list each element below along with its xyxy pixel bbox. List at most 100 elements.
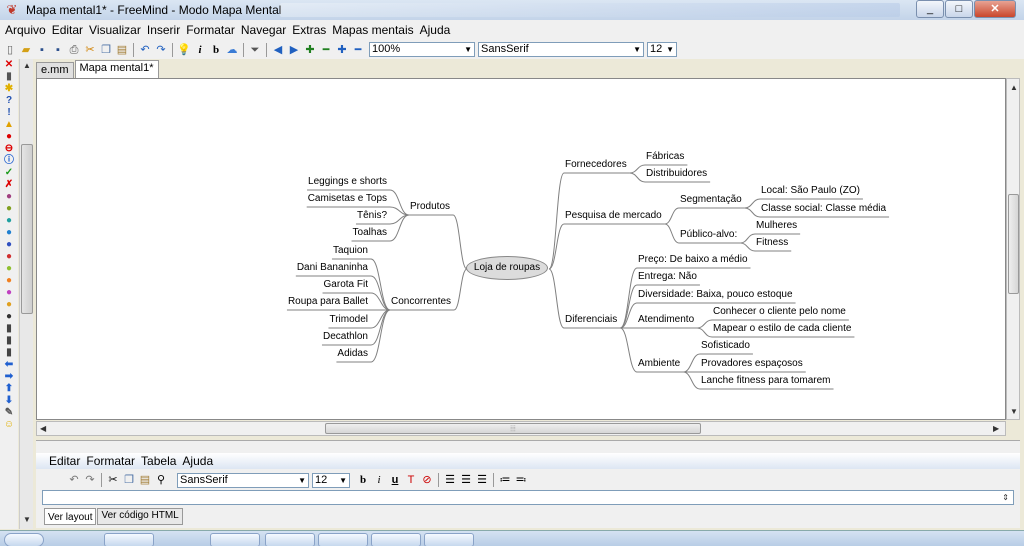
undo-icon[interactable]: ↶ <box>67 473 81 487</box>
tab-ver-layout[interactable]: Ver layout <box>44 508 97 525</box>
node-mulheres[interactable]: Mulheres <box>756 220 797 232</box>
collapse-all-icon[interactable]: ━ <box>351 43 365 57</box>
node-garota[interactable]: Garota Fit <box>291 279 368 291</box>
taskbar-item[interactable] <box>104 533 154 546</box>
traffic-red-icon[interactable]: ▮ <box>2 323 16 335</box>
taskbar-item[interactable] <box>210 533 260 546</box>
bold-icon[interactable]: b <box>209 43 223 57</box>
traffic-green-icon[interactable]: ▮ <box>2 347 16 359</box>
tab-ver-codigo-html[interactable]: Ver código HTML <box>97 508 183 525</box>
node-diversidade[interactable]: Diversidade: Baixa, pouco estoque <box>638 289 793 301</box>
node-decathlon[interactable]: Decathlon <box>291 331 368 343</box>
editor-menu-editar[interactable]: Editar <box>46 454 83 468</box>
trash-icon[interactable]: ▮ <box>2 71 16 83</box>
note-text-field[interactable]: ⇕ <box>42 490 1014 505</box>
clear-format-icon[interactable]: ⊘ <box>420 473 434 487</box>
align-right-icon[interactable]: ☰ <box>475 473 489 487</box>
menu-mapas-mentais[interactable]: Mapas mentais <box>329 23 416 37</box>
question-icon[interactable]: ? <box>2 95 16 107</box>
node-produtos[interactable]: Produtos <box>410 201 450 213</box>
cut-icon[interactable]: ✂ <box>106 473 120 487</box>
save-icon[interactable]: ▪ <box>35 43 49 57</box>
align-left-icon[interactable]: ☰ <box>443 473 457 487</box>
zoom-select[interactable]: 100% ▼ <box>369 42 475 57</box>
node-preco[interactable]: Preço: De baixo a médio <box>638 254 748 266</box>
arrow-right-icon[interactable]: ➡ <box>2 371 16 383</box>
taskbar-item[interactable] <box>318 533 368 546</box>
scroll-down-icon[interactable]: ▼ <box>1010 407 1018 416</box>
open-icon[interactable]: ▰ <box>19 43 33 57</box>
italic-icon[interactable]: i <box>193 43 207 57</box>
text-color-icon[interactable]: T <box>404 473 418 487</box>
node-tenis[interactable]: Tênis? <box>305 210 387 222</box>
node-leggings[interactable]: Leggings e shorts <box>305 176 387 188</box>
node-distribuidores[interactable]: Distribuidores <box>646 168 707 180</box>
idea-icon[interactable]: 💡 <box>177 43 191 57</box>
root-node[interactable]: Loja de roupas <box>466 256 548 280</box>
node-mapear[interactable]: Mapear o estilo de cada cliente <box>713 323 851 335</box>
node-segmentacao[interactable]: Segmentação <box>680 194 742 206</box>
align-center-icon[interactable]: ☰ <box>459 473 473 487</box>
font-size-select[interactable]: 12 ▼ <box>647 42 677 57</box>
priority-1-icon[interactable]: ● <box>2 203 16 215</box>
tab-mapa-mental1[interactable]: Mapa mental1* <box>74 60 159 78</box>
minimize-button[interactable]: _ <box>916 0 944 18</box>
priority-5-icon[interactable]: ● <box>2 251 16 263</box>
node-local[interactable]: Local: São Paulo (ZO) <box>761 185 860 197</box>
idea-icon[interactable]: ✱ <box>2 83 16 95</box>
node-toalhas[interactable]: Toalhas <box>305 227 387 239</box>
node-taquion[interactable]: Taquion <box>291 245 368 257</box>
node-atendimento[interactable]: Atendimento <box>638 314 694 326</box>
save-as-icon[interactable]: ▪ <box>51 43 65 57</box>
icon-palette-scrollbar[interactable]: ▲ ▼ <box>19 59 33 529</box>
menu-navegar[interactable]: Navegar <box>238 23 289 37</box>
cloud-icon[interactable]: ☁ <box>225 43 239 57</box>
arrow-down-icon[interactable]: ⬇ <box>2 395 16 407</box>
remove-icon[interactable]: ✕ <box>2 59 16 71</box>
priority-9-icon[interactable]: ● <box>2 299 16 311</box>
priority-3-icon[interactable]: ● <box>2 227 16 239</box>
node-fabricas[interactable]: Fábricas <box>646 151 684 163</box>
print-icon[interactable]: ⎙ <box>67 43 81 57</box>
priority-10-icon[interactable]: ● <box>2 311 16 323</box>
cross-icon[interactable]: ✗ <box>2 179 16 191</box>
priority-6-icon[interactable]: ● <box>2 263 16 275</box>
underline-icon[interactable]: u <box>388 473 402 487</box>
scrollbar-thumb[interactable] <box>1008 194 1019 294</box>
copy-icon[interactable]: ❐ <box>122 473 136 487</box>
info-icon[interactable]: ⓘ <box>2 155 16 167</box>
bold-icon[interactable]: b <box>356 473 370 487</box>
scroll-up-icon[interactable]: ▲ <box>23 61 31 70</box>
cut-icon[interactable]: ✂ <box>83 43 97 57</box>
node-fitness[interactable]: Fitness <box>756 237 788 249</box>
menu-arquivo[interactable]: Arquivo <box>2 23 49 37</box>
taskbar-item[interactable] <box>371 533 421 546</box>
taskbar-item[interactable] <box>265 533 315 546</box>
maximize-button[interactable]: □ <box>945 0 973 18</box>
tab-e-mm[interactable]: e.mm <box>36 62 74 78</box>
paste-icon[interactable]: ▤ <box>115 43 129 57</box>
exclamation-icon[interactable]: ! <box>2 107 16 119</box>
bullet-list-icon[interactable]: ≔ <box>498 473 512 487</box>
collapse-icon[interactable]: ━ <box>319 43 333 57</box>
arrow-left-icon[interactable]: ⬅ <box>2 359 16 371</box>
scroll-right-icon[interactable]: ▶ <box>993 424 999 433</box>
editor-size-select[interactable]: 12 ▼ <box>312 472 350 488</box>
scroll-up-icon[interactable]: ▲ <box>1010 83 1018 92</box>
paste-icon[interactable]: ▤ <box>138 473 152 487</box>
no-entry-icon[interactable]: ⊖ <box>2 143 16 155</box>
redo-icon[interactable]: ↷ <box>83 473 97 487</box>
menu-visualizar[interactable]: Visualizar <box>86 23 144 37</box>
priority-7-icon[interactable]: ● <box>2 275 16 287</box>
redo-icon[interactable]: ↷ <box>154 43 168 57</box>
mindmap-canvas[interactable]: Loja de roupas Fornecedores Fábricas Dis… <box>36 78 1006 420</box>
node-sofisticado[interactable]: Sofisticado <box>701 340 750 352</box>
node-diferenciais[interactable]: Diferenciais <box>565 314 617 326</box>
font-family-select[interactable]: SansSerif ▼ <box>478 42 644 57</box>
taskbar-item[interactable] <box>424 533 474 546</box>
node-fornecedores[interactable]: Fornecedores <box>565 159 627 171</box>
node-roupa-ballet[interactable]: Roupa para Ballet <box>283 296 368 308</box>
scrollbar-thumb[interactable]: ⦙⦙⦙ <box>325 423 701 434</box>
node-trimodel[interactable]: Trimodel <box>291 314 368 326</box>
start-button[interactable] <box>4 533 44 546</box>
